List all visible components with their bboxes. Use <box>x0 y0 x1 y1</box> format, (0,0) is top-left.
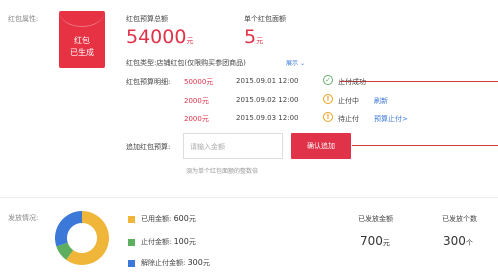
legend-released-value: 300 <box>187 258 203 267</box>
detail-row-3-status: 待止付 <box>338 115 359 123</box>
legend-used-value: 600 <box>173 214 189 223</box>
single-amount-unit: 元 <box>256 37 264 45</box>
issued-count-unit: 个 <box>465 239 473 247</box>
detail-row-1-datetime: 2015.09.01 12:00 <box>236 77 299 85</box>
legend-stopped-unit: 元 <box>188 238 196 246</box>
red-envelope-badge: 红包 已生成 <box>59 11 105 68</box>
detail-row-2-status: 止付中 <box>338 97 359 105</box>
legend-released-label: 解除止付金额: <box>141 259 186 267</box>
legend-used: 已用金额: 600元 <box>141 214 196 224</box>
add-budget-hint: 須为单个红包面额的整数倍 <box>186 168 259 175</box>
envelope-line2: 已生成 <box>70 48 94 57</box>
legend-used-label: 已用金额: <box>141 215 172 223</box>
budget-total-label: 红包预算总额 <box>126 15 168 23</box>
envelope-flap <box>59 11 105 27</box>
detail-row-2-amount: 2000元 <box>184 97 209 105</box>
chevron-down-icon: ⌄ <box>299 60 305 67</box>
detail-row-2-datetime: 2015.09.02 12:00 <box>236 96 299 104</box>
single-amount-label: 单个红包面额 <box>244 15 286 23</box>
legend-stopped-label: 止付金额: <box>141 238 172 246</box>
budget-total-number: 54000 <box>126 26 187 48</box>
refresh-link[interactable]: 刷新 <box>374 96 388 106</box>
issued-count-value: 300个 <box>443 230 473 249</box>
envelope-type-text: 红包类型:店铺红包(仅限购买参团商品) <box>126 59 246 67</box>
confirm-add-button[interactable]: 确认追加 <box>291 133 351 159</box>
legend-released-unit: 元 <box>202 259 210 267</box>
issued-total-number: 700 <box>360 234 383 248</box>
issued-total-label: 已发放金额 <box>358 215 393 223</box>
release-donut-chart <box>55 211 110 265</box>
single-amount-value: 5元 <box>244 26 263 48</box>
red-accent-line-bottom <box>352 145 498 146</box>
release-label: 发放情况: <box>8 214 39 222</box>
issued-total-unit: 元 <box>382 239 390 247</box>
show-toggle-label: 展示 <box>286 60 299 67</box>
legend-swatch-released <box>128 260 135 267</box>
section-divider <box>0 197 498 198</box>
budget-stop-link[interactable]: 预算止付> <box>374 114 408 124</box>
budget-total-unit: 元 <box>186 37 194 45</box>
detail-row-1-amount: 50000元 <box>184 78 214 86</box>
legend-released: 解除止付金额: 300元 <box>141 258 210 268</box>
legend-swatch-stopped <box>128 239 135 246</box>
exclamation-circle-icon: ! <box>323 94 333 104</box>
detail-row-3-amount: 2000元 <box>184 115 209 123</box>
detail-row-3-datetime: 2015.09.03 12:00 <box>236 114 299 122</box>
check-circle-icon: ✓ <box>323 75 333 85</box>
issued-count-number: 300 <box>443 234 466 248</box>
issued-count-label: 已发放个数 <box>442 215 477 223</box>
donut-slice-released <box>55 211 82 247</box>
attributes-label: 红包属性: <box>8 15 39 23</box>
legend-used-unit: 元 <box>188 215 196 223</box>
exclamation-circle-icon: ! <box>323 112 333 122</box>
single-amount-number: 5 <box>244 26 257 48</box>
add-budget-input[interactable]: 请输入金额 <box>183 133 283 159</box>
budget-total-value: 54000元 <box>126 26 193 48</box>
detail-row-1-status: 止付成功 <box>338 78 366 86</box>
issued-total-value: 700元 <box>360 230 390 249</box>
budget-detail-label: 红包预算明细: <box>126 78 171 86</box>
add-budget-placeholder: 请输入金额 <box>190 143 225 151</box>
legend-stopped-value: 100 <box>173 237 189 246</box>
envelope-line1: 红包 <box>74 36 90 45</box>
show-toggle[interactable]: 展示 ⌄ <box>286 58 305 67</box>
add-budget-label: 追加红包预算: <box>126 143 171 151</box>
legend-stopped: 止付金额: 100元 <box>141 237 196 247</box>
legend-swatch-used <box>128 216 135 223</box>
